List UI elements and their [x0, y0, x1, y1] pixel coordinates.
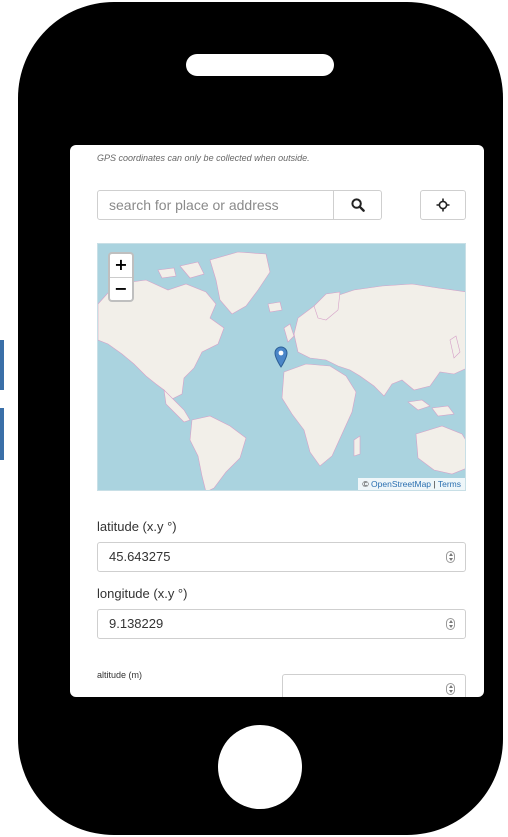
altitude-label: altitude (m) — [97, 670, 143, 680]
zoom-out-button[interactable]: − — [110, 278, 132, 300]
map-attribution: © OpenStreetMap | Terms — [358, 478, 465, 490]
terms-link[interactable]: Terms — [438, 479, 461, 489]
map-view[interactable]: + − © OpenStreetMap | Terms — [97, 243, 466, 491]
search-button[interactable] — [333, 190, 382, 220]
spinner-icon[interactable] — [446, 683, 455, 695]
longitude-value: 9.138229 — [109, 616, 164, 631]
zoom-in-button[interactable]: + — [110, 254, 132, 278]
latitude-label: latitude (x.y °) — [97, 519, 177, 534]
longitude-input[interactable]: 9.138229 — [97, 609, 466, 639]
side-tab-bottom[interactable] — [0, 408, 4, 460]
phone-frame: GPS coordinates can only be collected wh… — [18, 2, 503, 835]
gps-hint-text: GPS coordinates can only be collected wh… — [97, 153, 310, 163]
spinner-icon[interactable] — [446, 618, 455, 630]
crosshair-icon — [436, 198, 450, 212]
search-input[interactable] — [97, 190, 334, 220]
phone-speaker — [186, 54, 334, 76]
longitude-label: longitude (x.y °) — [97, 586, 188, 601]
locate-button[interactable] — [420, 190, 466, 220]
spinner-icon[interactable] — [446, 551, 455, 563]
phone-screen: GPS coordinates can only be collected wh… — [70, 145, 484, 697]
search-icon — [350, 198, 365, 212]
side-tab-top[interactable] — [0, 340, 4, 390]
zoom-control: + − — [108, 252, 134, 302]
latitude-input[interactable]: 45.643275 — [97, 542, 466, 572]
map-marker-icon[interactable] — [274, 346, 288, 368]
home-button[interactable] — [218, 725, 302, 809]
latitude-value: 45.643275 — [109, 549, 171, 564]
altitude-input[interactable] — [282, 674, 466, 697]
openstreetmap-link[interactable]: OpenStreetMap — [371, 479, 431, 489]
